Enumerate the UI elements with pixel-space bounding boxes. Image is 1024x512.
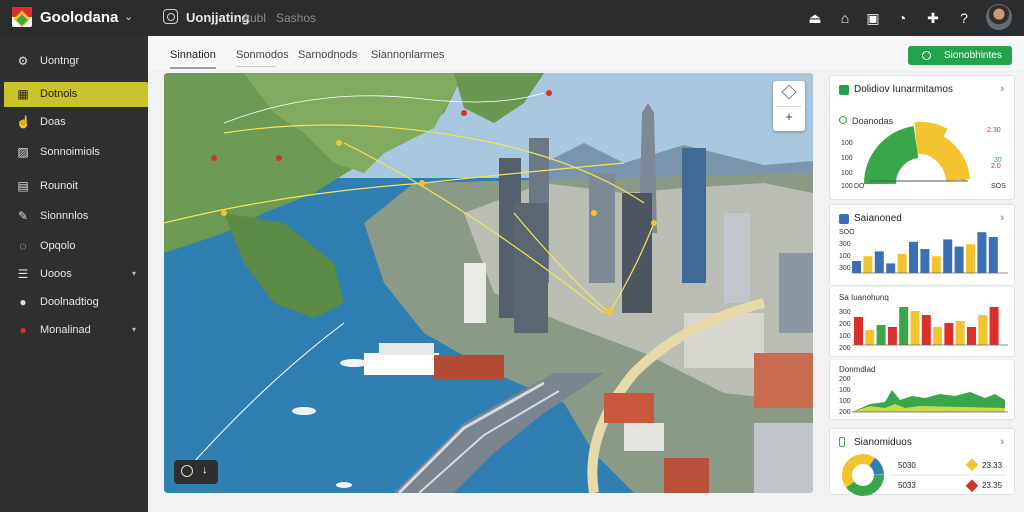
locate-icon[interactable] [181,465,193,477]
bar [874,251,884,273]
bar [852,261,861,273]
circle-icon: ● [19,295,27,309]
red-circle-icon: ● [19,323,27,337]
bar [863,256,873,273]
bar [909,241,918,273]
bar [933,327,943,345]
tab-siannonlarmes[interactable]: Siannonlarmes [371,49,444,61]
compass-icon[interactable] [781,84,797,100]
help-icon[interactable]: ? [956,10,972,26]
gauge-chart [864,121,970,185]
tab-divider [236,66,276,67]
colored-bar-card: Sa Iuanohunq 300 200 100 200 [829,287,1015,357]
image-icon: ▨ [17,145,29,159]
bar [897,253,907,273]
bar [865,330,875,345]
bar [921,315,931,345]
chevron-down-icon: ▾ [131,325,136,334]
bar [977,232,987,273]
zoom-out-icon[interactable]: ↓ [202,464,208,476]
map-view[interactable] [164,73,813,493]
chevron-down-icon[interactable]: ⌄ [124,10,133,23]
bar [854,317,863,345]
bar [954,246,964,273]
gear-icon: ⚙ [17,54,29,68]
bar [944,323,954,345]
legend-label: 5030 [898,461,916,470]
map-toolbar: ↓ [174,460,218,484]
legend-label: 5033 [898,481,916,490]
table-icon: ▤ [17,179,29,193]
pencil-icon: ✎ [17,209,29,223]
bar [910,311,920,345]
bar [967,327,976,345]
circle-icon [922,51,931,60]
bar [887,327,897,345]
area-chart [852,390,1008,413]
bar [886,263,896,273]
header-link[interactable]: Sashos [276,11,316,25]
bar [988,237,998,273]
chat-icon: ◌ [19,239,27,253]
tab-sinnation[interactable]: Sinnation [170,49,216,69]
grid-icon: ▦ [17,87,29,101]
sidebar: ⚙ Uontngr ▦ Dotnols ☝ Doas ▨ Sonnoimiols ▤ Ro… [0,36,148,512]
action-button[interactable]: Sionobhintes [908,46,1012,65]
puzzle-icon[interactable]: ✚ [925,10,941,26]
map-icon[interactable] [163,9,178,24]
app-logo[interactable] [12,7,32,27]
bar [931,256,941,273]
sidebar-item-doolnadtiog[interactable]: ● Doolnadtiog [4,290,148,315]
donut-card: Sianomiduos › 5030 23.33 5033 23.35 [829,428,1015,496]
home-icon[interactable]: ⌂ [837,10,853,26]
tab-bar: Sinnation Sonmodos Sarnodnods Siannonlar… [148,36,1024,70]
flask-icon[interactable]: ⏏ [807,10,823,26]
overview-card: Dolidiov Iunarmitamos › Doanodas 100 100… [829,75,1015,200]
colored-bar-chart [852,307,1008,346]
sidebar-item-opqolo[interactable]: ◌ Opqolo [4,234,148,259]
map-controls: + [773,81,805,131]
bar-chart [852,232,1008,274]
sidebar-item-dotnols[interactable]: ▦ Dotnols [4,82,148,107]
tab-sarnodnods[interactable]: Sarnodnods [298,49,357,61]
divider [776,106,802,107]
bar [955,321,965,345]
bar [966,244,975,273]
sidebar-item-rounoit[interactable]: ▤ Rounoit [4,174,148,199]
bookmark-icon[interactable]: ▣ [865,10,881,26]
bar [943,239,953,273]
app-title[interactable]: Goolodana [40,9,118,26]
thumbs-up-icon: ☝ [16,115,31,129]
area-chart-card: Donmdlad 200 100 100 200 [829,360,1015,420]
bar [989,307,999,345]
list-icon: ☰ [17,267,29,281]
map-illustration [164,73,813,493]
sidebar-item-doas[interactable]: ☝ Doas [4,110,148,135]
bar [899,307,909,345]
header-subtitle[interactable]: Aubl [242,11,266,25]
top-bar: Goolodana ⌄ Uonjjating Aubl Sashos ⏏ ⌂ ▣… [0,0,1024,36]
sidebar-item-sionnnlos[interactable]: ✎ Sionnnlos [4,204,148,229]
tab-sonmodos[interactable]: Sonmodos [236,49,289,61]
avatar[interactable] [986,4,1012,30]
legend-value: 23.33 [982,461,1003,470]
bar [920,249,930,273]
sidebar-item-sonnoimiols[interactable]: ▨ Sonnoimiols [4,140,148,165]
header-title: Uonjjating [186,10,250,25]
sidebar-item-uontngr[interactable]: ⚙ Uontngr [4,49,148,74]
bar [876,325,886,345]
sidebar-item-uooos[interactable]: ☰ Uooos ▾ [4,262,148,287]
bar-chart-card: Saianoned › SOO 300 100 300 [829,204,1015,286]
zoom-icon[interactable]: + [773,109,805,124]
sidebar-item-monalinad[interactable]: ● Monalinad ▾ [4,318,148,343]
legend-value: 23.35 [982,481,1003,490]
chevron-down-icon: ▾ [131,269,136,278]
clock-icon[interactable]: ◔ [894,10,910,26]
bar [978,315,988,345]
